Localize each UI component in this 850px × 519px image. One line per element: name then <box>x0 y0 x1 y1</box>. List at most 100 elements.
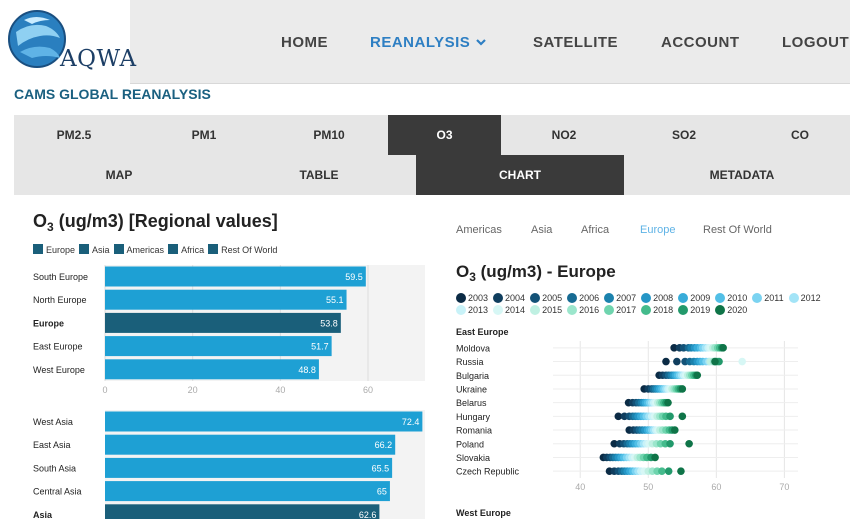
bar-value-label: 72.4 <box>402 417 420 427</box>
nav-account[interactable]: ACCOUNT <box>661 34 740 51</box>
tab-pm25[interactable]: PM2.5 <box>14 115 134 155</box>
nav-home[interactable]: HOME <box>281 34 328 51</box>
country-label: Romania <box>456 426 492 436</box>
year-legend-item[interactable]: 2014 <box>493 304 525 316</box>
region-tab-europe[interactable]: Europe <box>640 224 675 236</box>
bar-category-label: Central Asia <box>33 487 82 497</box>
bar-value-label: 55.1 <box>326 295 344 305</box>
year-legend-dot <box>530 293 541 303</box>
data-point <box>685 439 693 448</box>
year-legend-item[interactable]: 2007 <box>604 292 636 304</box>
bar-value-label: 48.8 <box>298 365 316 375</box>
group-title: East Europe <box>456 327 509 337</box>
title-subscript: 3 <box>47 220 54 234</box>
bar <box>105 312 341 333</box>
legend-item-asia[interactable]: Asia <box>79 244 110 255</box>
bar-category-label: West Europe <box>33 365 85 375</box>
legend-item-africa[interactable]: Africa <box>168 244 204 255</box>
year-legend-item[interactable]: 2005 <box>530 292 562 304</box>
country-label: Hungary <box>456 412 491 422</box>
country-label: Czech Republic <box>456 467 520 477</box>
region-tab-americas[interactable]: Americas <box>456 224 502 236</box>
data-point <box>693 371 702 380</box>
tab-co[interactable]: CO <box>750 115 850 155</box>
nav-reanalysis[interactable]: REANALYSIS <box>370 34 487 51</box>
year-legend-item[interactable]: 2003 <box>456 292 488 304</box>
year-legend-label: 2008 <box>653 293 674 303</box>
year-legend-label: 2020 <box>727 305 748 315</box>
data-point <box>671 426 679 434</box>
tab-chart[interactable]: CHART <box>416 155 624 195</box>
x-tick-label: 40 <box>575 482 585 492</box>
year-legend-dot <box>604 293 615 303</box>
view-tabs: MAP TABLE CHART METADATA <box>14 155 850 195</box>
bar <box>105 457 393 478</box>
tab-metadata[interactable]: METADATA <box>634 155 850 195</box>
year-legend-item[interactable]: 2020 <box>715 304 747 316</box>
year-legend-item[interactable]: 2019 <box>678 304 710 316</box>
bar-category-label: South Asia <box>33 463 76 473</box>
bar <box>105 434 396 455</box>
year-legend-item[interactable]: 2009 <box>678 292 710 304</box>
year-legend-item[interactable]: 2004 <box>493 292 525 304</box>
bar <box>105 359 319 380</box>
year-legend-dot <box>493 293 504 303</box>
year-legend-dot <box>604 305 615 315</box>
legend-item-rest-of-world[interactable]: Rest Of World <box>208 244 277 255</box>
legend-item-europe[interactable]: Europe <box>33 244 75 255</box>
year-legend-label: 2009 <box>690 293 711 303</box>
year-legend: 2003 2004 2005 2006 2007 2008 2009 2010 2011 2012… <box>456 292 846 316</box>
bar-category-label: Europe <box>33 318 64 328</box>
year-legend-item[interactable]: 2013 <box>456 304 488 316</box>
year-legend-item[interactable]: 2010 <box>715 292 747 304</box>
nav-logout[interactable]: LOGOUT <box>782 34 849 51</box>
year-legend-dot <box>641 293 652 303</box>
year-legend-item[interactable]: 2011 <box>752 292 784 304</box>
x-tick-label: 50 <box>643 482 653 492</box>
data-point <box>673 357 681 366</box>
data-point <box>677 467 685 475</box>
legend-item-americas[interactable]: Americas <box>113 244 164 255</box>
year-legend-dot <box>678 305 689 315</box>
year-legend-label: 2011 <box>764 293 784 303</box>
bar-category-label: East Asia <box>33 440 71 450</box>
bar-value-label: 66.2 <box>375 440 393 450</box>
tab-so2[interactable]: SO2 <box>624 115 744 155</box>
pollutant-tabs: PM2.5 PM1 PM10 O3 NO2 SO2 CO <box>14 115 850 155</box>
data-point <box>711 357 719 366</box>
tab-pm10[interactable]: PM10 <box>269 115 389 155</box>
country-label: Bulgaria <box>456 371 489 381</box>
x-tick-label: 60 <box>363 385 373 395</box>
year-legend-item[interactable]: 2016 <box>567 304 599 316</box>
region-tab-rest-of-world[interactable]: Rest Of World <box>703 224 772 236</box>
legend-label: Africa <box>181 245 205 255</box>
year-legend-item[interactable]: 2008 <box>641 292 673 304</box>
tab-no2[interactable]: NO2 <box>504 115 624 155</box>
bar <box>105 481 390 502</box>
year-legend-label: 2017 <box>616 305 637 315</box>
bar-value-label: 65 <box>377 487 387 497</box>
tab-map[interactable]: MAP <box>14 155 224 195</box>
year-legend-label: 2012 <box>800 293 821 303</box>
bar-value-label: 51.7 <box>311 342 329 352</box>
tab-pm1[interactable]: PM1 <box>144 115 264 155</box>
nav-satellite[interactable]: SATELLITE <box>533 34 618 51</box>
legend-label: Europe <box>46 245 76 255</box>
year-legend-item[interactable]: 2006 <box>567 292 599 304</box>
title-subscript: 3 <box>469 270 476 284</box>
year-legend-item[interactable]: 2018 <box>641 304 673 316</box>
bar-value-label: 65.5 <box>372 463 390 473</box>
tab-table[interactable]: TABLE <box>214 155 424 195</box>
year-legend-item[interactable]: 2015 <box>530 304 562 316</box>
region-tab-africa[interactable]: Africa <box>581 224 609 236</box>
region-tab-asia[interactable]: Asia <box>531 224 552 236</box>
aqwa-logo[interactable]: AQWA <box>0 0 136 84</box>
x-tick-label: 40 <box>275 385 285 395</box>
bar-category-label: South Europe <box>33 272 88 282</box>
legend-label: Rest Of World <box>221 245 278 255</box>
tab-o3[interactable]: O3 <box>388 115 501 155</box>
country-label: Belarus <box>456 398 487 408</box>
year-legend-item[interactable]: 2017 <box>604 304 636 316</box>
year-legend-item[interactable]: 2012 <box>788 292 821 304</box>
bar <box>105 289 347 310</box>
